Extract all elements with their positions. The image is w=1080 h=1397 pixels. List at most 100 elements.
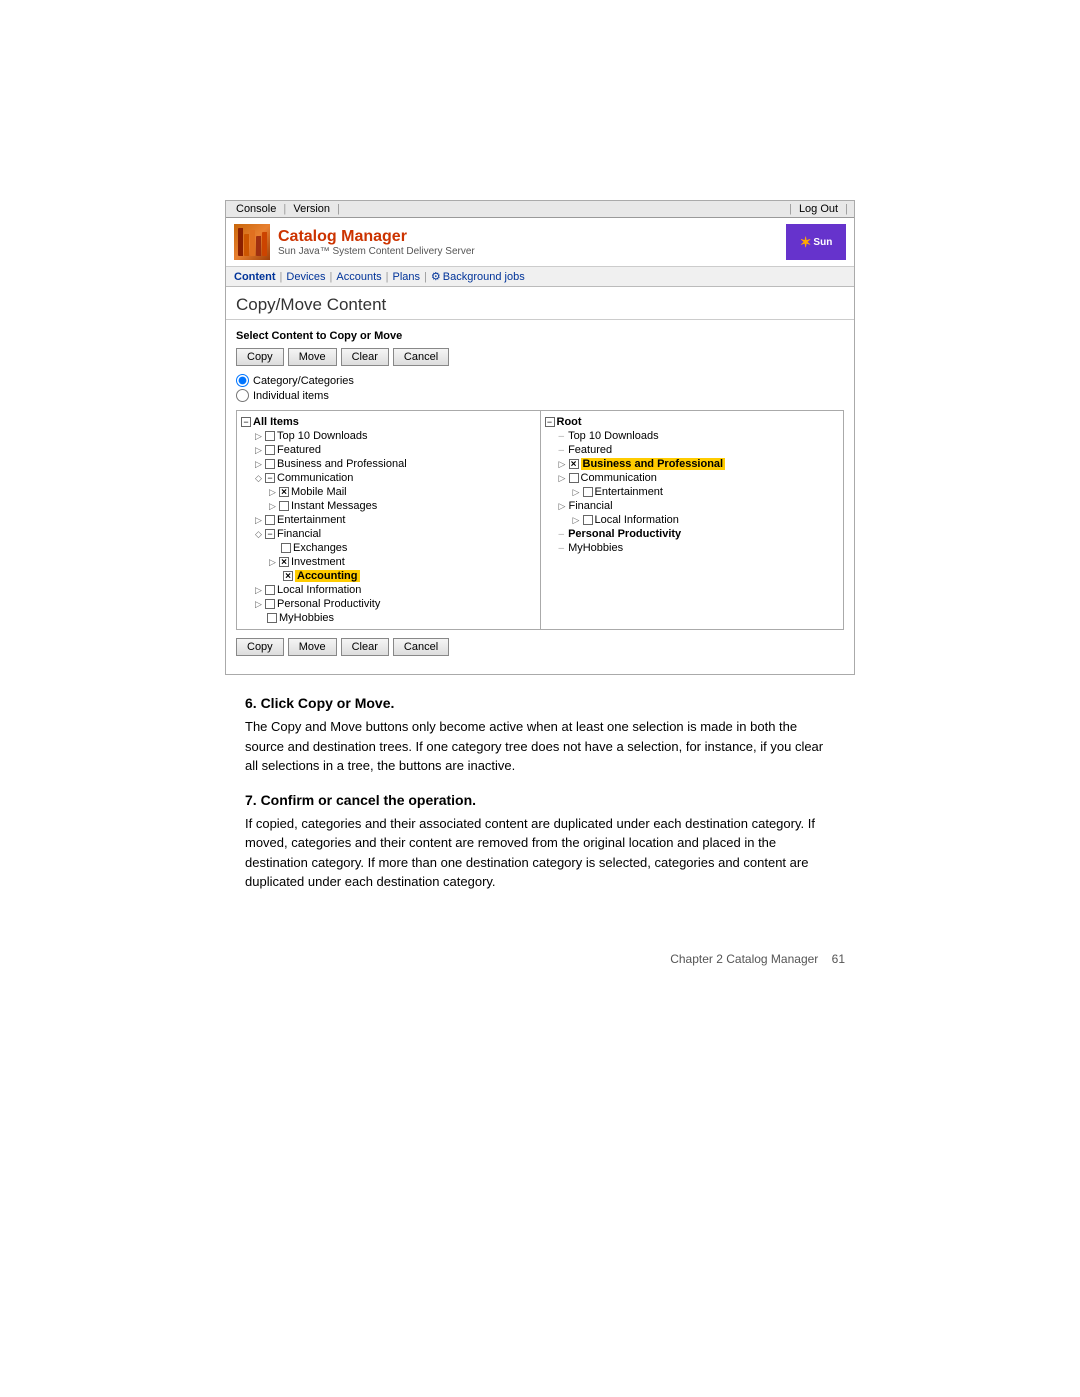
- expand-icon[interactable]: ▷: [269, 487, 277, 498]
- tree-item: ▷ Entertainment: [545, 485, 840, 499]
- dash-icon: –: [559, 543, 565, 554]
- expand-icon[interactable]: ▷: [255, 445, 263, 456]
- collapse-icon[interactable]: −: [265, 473, 275, 483]
- nav-divider4: |: [845, 203, 848, 215]
- expand-icon[interactable]: ▷: [269, 557, 277, 568]
- tree-item: ▷ Financial: [545, 499, 840, 513]
- tree-checkbox[interactable]: [279, 487, 289, 497]
- tree-checkbox[interactable]: [283, 571, 293, 581]
- logout-link[interactable]: Log Out: [795, 203, 842, 215]
- tree-item: ◇ − Financial: [241, 527, 536, 541]
- tree-label: Featured: [277, 444, 321, 456]
- dest-root-toggle[interactable]: −: [545, 417, 555, 427]
- tree-item: Exchanges: [241, 541, 536, 555]
- expand-icon[interactable]: ▷: [255, 515, 263, 526]
- tree-item: ▷ Top 10 Downloads: [241, 429, 536, 443]
- tree-checkbox[interactable]: [267, 613, 277, 623]
- clear-button-top[interactable]: Clear: [341, 348, 389, 366]
- expand-icon[interactable]: ▷: [559, 459, 567, 470]
- tree-label: Business and Professional: [581, 458, 726, 470]
- top-nav: Console | Version | | Log Out |: [226, 201, 854, 218]
- expand-icon[interactable]: ▷: [255, 431, 263, 442]
- copy-button-top[interactable]: Copy: [236, 348, 284, 366]
- tree-checkbox[interactable]: [279, 501, 289, 511]
- radio-individual-input[interactable]: [236, 389, 249, 402]
- tree-label: Accounting: [295, 570, 360, 582]
- instruction-6-text: The Copy and Move buttons only become ac…: [245, 717, 835, 776]
- instruction-7-title: 7. Confirm or cancel the operation.: [245, 792, 835, 808]
- tree-checkbox[interactable]: [279, 557, 289, 567]
- nav-devices[interactable]: Devices: [286, 271, 325, 283]
- dash-icon: –: [559, 445, 565, 456]
- tree-checkbox[interactable]: [265, 585, 275, 595]
- copy-button-bottom[interactable]: Copy: [236, 638, 284, 656]
- radio-categories-input[interactable]: [236, 374, 249, 387]
- tree-checkbox[interactable]: [569, 459, 579, 469]
- nav-content[interactable]: Content: [234, 271, 276, 283]
- bottom-button-row: Copy Move Clear Cancel: [236, 638, 844, 656]
- radio-individual-label: Individual items: [253, 390, 329, 402]
- tree-checkbox[interactable]: [265, 431, 275, 441]
- radio-categories-label: Category/Categories: [253, 375, 354, 387]
- move-button-bottom[interactable]: Move: [288, 638, 337, 656]
- expand-icon[interactable]: ◇: [255, 473, 263, 484]
- nav-plans[interactable]: Plans: [393, 271, 421, 283]
- expand-icon[interactable]: ▷: [573, 487, 581, 498]
- nav-divider3: |: [789, 203, 792, 215]
- expand-icon[interactable]: ▷: [559, 501, 567, 512]
- tree-label: Personal Productivity: [277, 598, 380, 610]
- tree-item: – Top 10 Downloads: [545, 429, 840, 443]
- collapse-icon[interactable]: −: [265, 529, 275, 539]
- tree-checkbox[interactable]: [265, 599, 275, 609]
- tree-checkbox[interactable]: [265, 515, 275, 525]
- nav-divider: |: [283, 203, 286, 215]
- tree-item: ▷ Entertainment: [241, 513, 536, 527]
- expand-icon[interactable]: ▷: [269, 501, 277, 512]
- instruction-7-text: If copied, categories and their associat…: [245, 814, 835, 892]
- expand-icon[interactable]: ▷: [255, 599, 263, 610]
- tree-label: Top 10 Downloads: [277, 430, 368, 442]
- instructions: 6. Click Copy or Move. The Copy and Move…: [225, 695, 855, 892]
- cancel-button-top[interactable]: Cancel: [393, 348, 449, 366]
- tree-label: Financial: [277, 528, 321, 540]
- dash-icon: –: [559, 529, 565, 540]
- tree-label: Featured: [568, 444, 612, 456]
- tree-checkbox[interactable]: [281, 543, 291, 553]
- tree-label: Financial: [569, 500, 613, 512]
- dest-tree-header: − Root: [545, 415, 840, 429]
- console-link[interactable]: Console: [232, 203, 280, 215]
- tree-checkbox[interactable]: [265, 445, 275, 455]
- tree-item: – Featured: [545, 443, 840, 457]
- radio-individual[interactable]: Individual items: [236, 389, 844, 402]
- expand-icon[interactable]: ◇: [255, 529, 263, 540]
- app-icon: [234, 224, 270, 260]
- tree-label: MyHobbies: [568, 542, 623, 554]
- tree-checkbox[interactable]: [569, 473, 579, 483]
- app-window: Console | Version | | Log Out |: [225, 200, 855, 675]
- form-section: Select Content to Copy or Move Copy Move…: [226, 320, 854, 674]
- expand-icon[interactable]: ▷: [255, 585, 263, 596]
- tree-checkbox[interactable]: [265, 459, 275, 469]
- clear-button-bottom[interactable]: Clear: [341, 638, 389, 656]
- source-root-toggle[interactable]: −: [241, 417, 251, 427]
- tree-label: Investment: [291, 556, 345, 568]
- cancel-button-bottom[interactable]: Cancel: [393, 638, 449, 656]
- nav-background-jobs[interactable]: ⚙ Background jobs: [431, 270, 525, 283]
- expand-icon[interactable]: ▷: [559, 473, 567, 484]
- expand-icon[interactable]: ▷: [573, 515, 581, 526]
- tree-checkbox[interactable]: [583, 515, 593, 525]
- tree-label: Communication: [277, 472, 353, 484]
- nav-accounts[interactable]: Accounts: [336, 271, 381, 283]
- version-link[interactable]: Version: [289, 203, 334, 215]
- footer-page: 61: [832, 952, 845, 966]
- tree-item: ▷ Communication: [545, 471, 840, 485]
- tree-item: – MyHobbies: [545, 541, 840, 555]
- sun-label: Sun: [813, 237, 832, 248]
- gear-icon: ⚙: [431, 270, 441, 283]
- expand-icon[interactable]: ▷: [255, 459, 263, 470]
- tree-item: ◇ − Communication: [241, 471, 536, 485]
- radio-categories[interactable]: Category/Categories: [236, 374, 844, 387]
- tree-checkbox[interactable]: [583, 487, 593, 497]
- move-button-top[interactable]: Move: [288, 348, 337, 366]
- tree-item: MyHobbies: [241, 611, 536, 625]
